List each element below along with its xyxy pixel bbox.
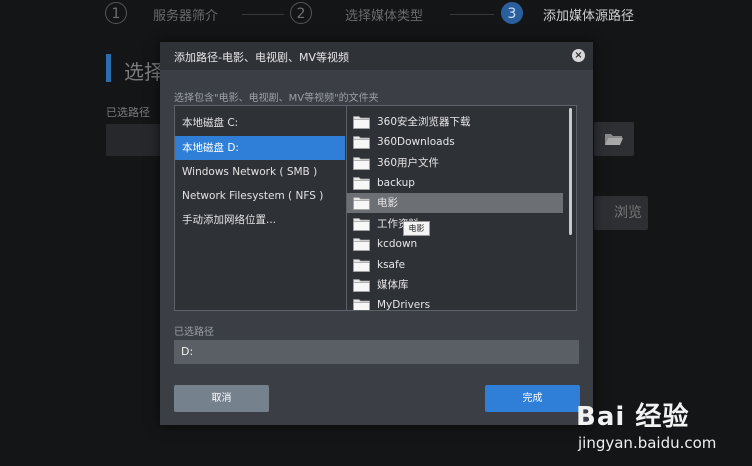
location-item-smb[interactable]: Windows Network ( SMB ) [175,160,345,184]
background-path-input[interactable] [106,124,162,156]
add-path-dialog: 添加路径-电影、电视剧、MV等视频 × 选择包含"电影、电视剧、MV等视频"的文… [160,42,593,425]
location-list: 本地磁盘 C: 本地磁盘 D: Windows Network ( SMB ) … [175,106,347,310]
step-1-number: 1 [105,2,127,24]
selected-path-field[interactable]: D: [174,340,579,364]
folder-open-icon [605,134,623,145]
folder-icon [353,157,370,170]
section-title: 选择 [124,60,160,84]
browse-button[interactable]: 浏览 [594,196,648,230]
folder-name: ksafe [377,259,406,271]
folder-icon [353,136,370,149]
section-accent-bar [106,54,111,82]
baidu-jingyan-watermark: Bai 经验 jingyan.baidu.com [576,396,746,462]
folder-icon [353,116,370,129]
folder-list: 360安全浏览器下载 360Downloads 360用户文件 backup 电影 工作资… [347,106,576,310]
done-button[interactable]: 完成 [485,385,580,412]
watermark-url: jingyan.baidu.com [578,434,717,452]
folder-item[interactable]: 360用户文件 [347,153,563,173]
folder-name: 360Downloads [377,136,455,148]
folder-item[interactable]: ksafe [347,255,563,275]
folder-name: 360用户文件 [377,157,440,169]
location-item-add-network[interactable]: 手动添加网络位置... [175,208,345,232]
step-3-label: 添加媒体源路径 [543,9,635,24]
folder-item[interactable]: backup [347,173,563,193]
step-1-label: 服务器筛介 [153,9,219,24]
folder-item[interactable]: 电影 [347,193,563,213]
folder-item[interactable]: kcdown [347,234,563,254]
background-path-label: 已选路径 [106,106,150,119]
folder-name: 媒体库 [377,279,409,291]
folder-item[interactable]: 媒体库 [347,275,563,295]
selected-path-label: 已选路径 [174,327,214,338]
step-divider [450,14,494,15]
folder-icon [353,279,370,292]
file-browser: 本地磁盘 C: 本地磁盘 D: Windows Network ( SMB ) … [174,105,577,311]
location-item-drive-c[interactable]: 本地磁盘 C: [175,111,345,135]
folder-item[interactable]: 360Downloads [347,132,563,152]
folder-icon [353,197,370,210]
folder-item[interactable]: MyDrivers [347,295,563,310]
folder-tooltip: 电影 [403,221,430,236]
folder-icon [353,177,370,190]
folder-name: 电影 [377,197,398,209]
folder-icon [353,238,370,251]
folder-name: kcdown [377,238,418,250]
folder-icon [353,299,370,310]
dialog-hint: 选择包含"电影、电视剧、MV等视频"的文件夹 [174,93,379,104]
location-item-drive-d[interactable]: 本地磁盘 D: [175,136,345,160]
wizard-steps: 1 服务器筛介 2 选择媒体类型 3 添加媒体源路径 [0,0,752,28]
cancel-button[interactable]: 取消 [174,385,269,412]
step-2-number: 2 [290,2,312,24]
browse-folder-button[interactable] [594,122,634,156]
step-divider [242,14,284,15]
step-2-label: 选择媒体类型 [345,9,424,24]
close-icon[interactable]: × [572,49,585,62]
step-3-number: 3 [501,2,523,24]
folder-item[interactable]: 360安全浏览器下载 [347,112,563,132]
location-item-nfs[interactable]: Network Filesystem ( NFS ) [175,184,345,208]
dialog-title: 添加路径-电影、电视剧、MV等视频 [174,51,349,64]
watermark-logo: Bai 经验 [576,402,690,432]
folder-name: backup [377,177,415,189]
folder-item[interactable]: 工作资料 [347,214,563,234]
folder-name: 360安全浏览器下载 [377,116,471,128]
folder-icon [353,259,370,272]
folder-list-scrollbar[interactable] [569,108,572,235]
folder-icon [353,218,370,231]
folder-name: MyDrivers [377,299,431,310]
dialog-header: 添加路径-电影、电视剧、MV等视频 × [160,42,593,70]
